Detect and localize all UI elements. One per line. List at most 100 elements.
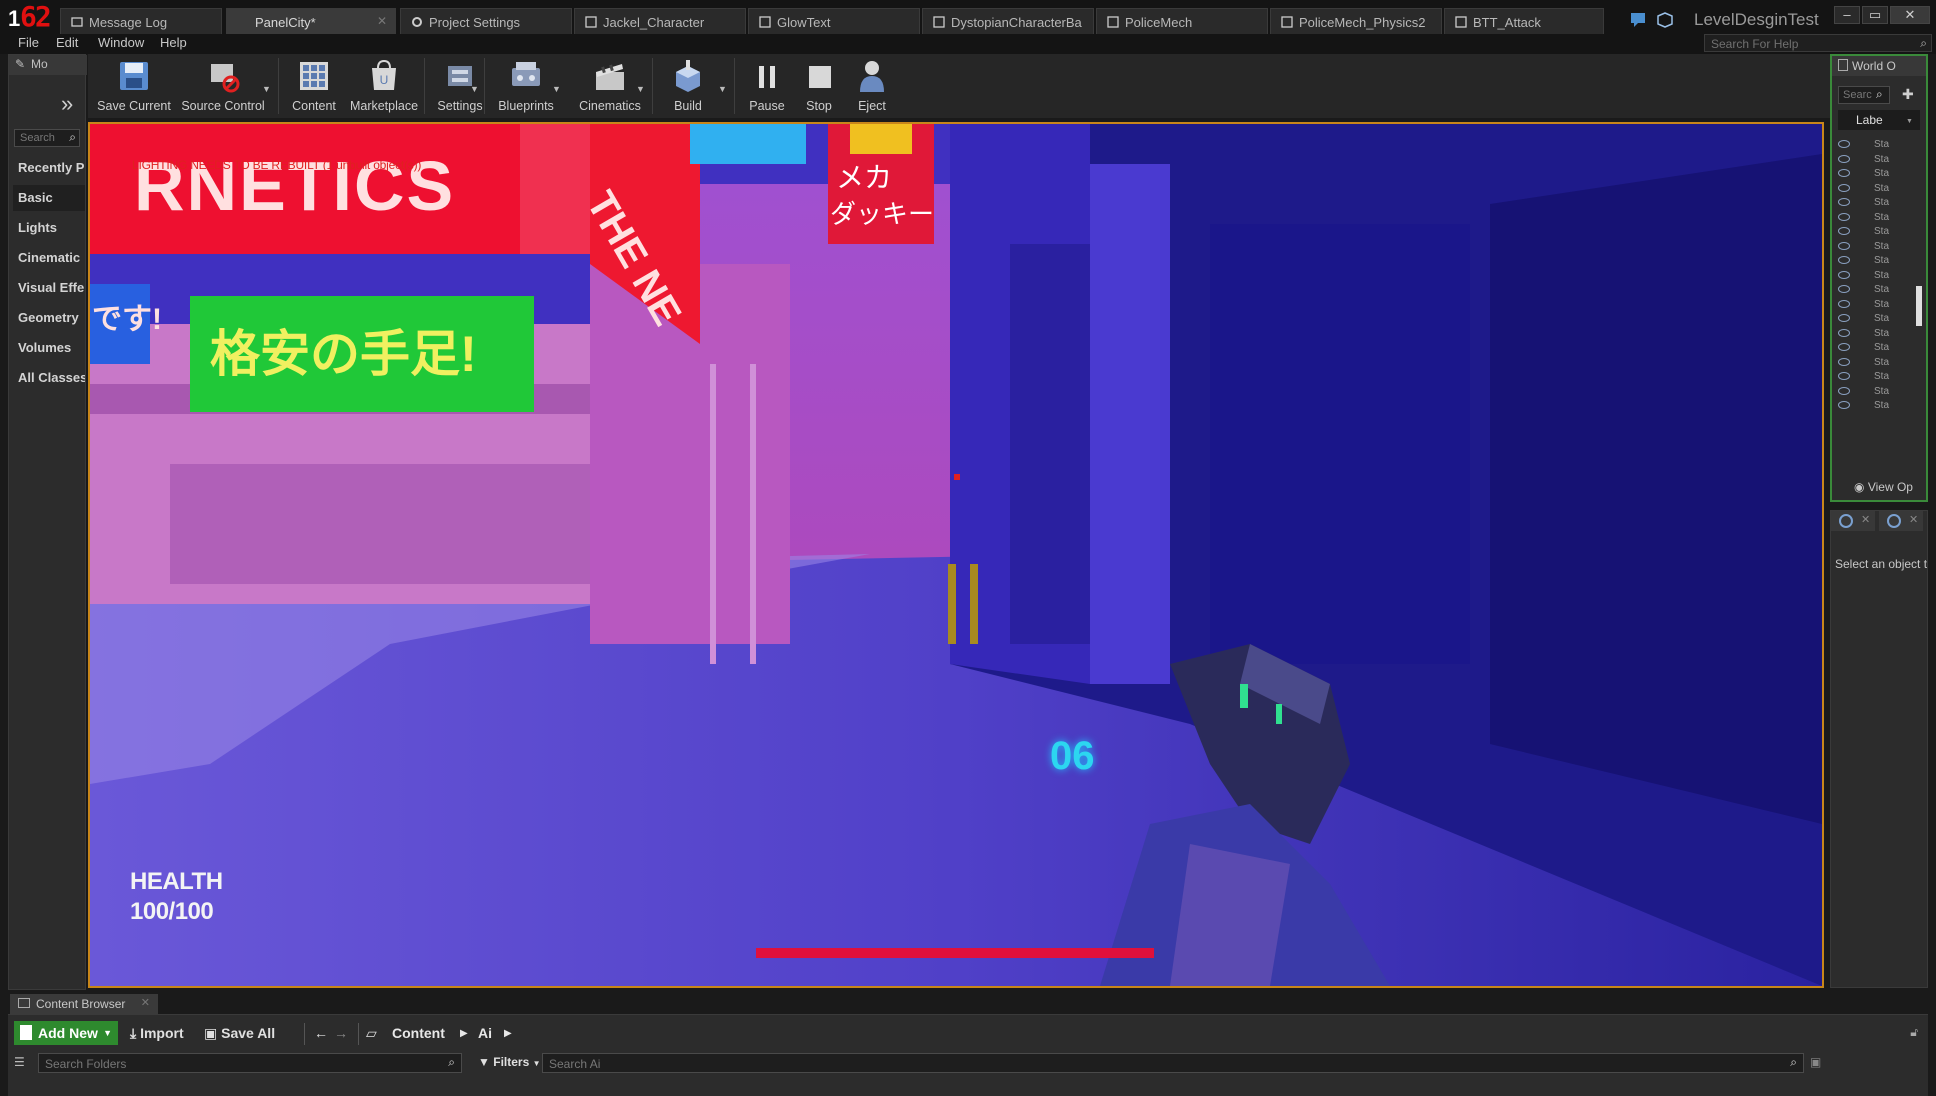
- close-icon[interactable]: ✕: [1861, 513, 1870, 526]
- marketplace-small-icon[interactable]: [1656, 12, 1674, 28]
- eye-icon[interactable]: [1838, 227, 1850, 235]
- sources-toggle-icon[interactable]: ☰: [14, 1055, 25, 1069]
- menu-file[interactable]: File: [18, 35, 39, 50]
- breadcrumb-ai[interactable]: Ai: [478, 1025, 492, 1041]
- eye-icon[interactable]: [1838, 386, 1850, 395]
- back-arrow-icon[interactable]: ←: [314, 1025, 328, 1041]
- eye-icon[interactable]: [1838, 212, 1850, 221]
- close-icon[interactable]: ✕: [141, 996, 150, 1009]
- build-icon: [676, 60, 700, 92]
- eye-icon[interactable]: [1838, 299, 1850, 308]
- hud-health-value: 100/100: [130, 898, 214, 925]
- mode-category-cinematic[interactable]: Cinematic: [13, 245, 85, 271]
- save-search-icon[interactable]: ▣: [1810, 1055, 1821, 1069]
- mode-category-volumes[interactable]: Volumes: [13, 335, 85, 361]
- pause-button[interactable]: Pause: [740, 56, 794, 116]
- settings-button[interactable]: Settings: [428, 56, 492, 116]
- close-window-button[interactable]: ✕: [1890, 6, 1930, 24]
- menu-help[interactable]: Help: [160, 35, 187, 50]
- tab-glowtext[interactable]: GlowText: [748, 8, 920, 34]
- tab-message-log[interactable]: Message Log: [60, 8, 222, 34]
- mode-category-basic[interactable]: Basic: [13, 185, 85, 211]
- close-icon[interactable]: ✕: [1909, 513, 1918, 526]
- tab-project-settings[interactable]: Project Settings: [400, 8, 572, 34]
- save-current-button[interactable]: Save Current: [92, 56, 176, 116]
- asset-search-input[interactable]: Search Ai ⌕: [542, 1053, 1804, 1073]
- import-button[interactable]: ⤓ Import: [130, 1025, 184, 1042]
- details-tab[interactable]: ✕: [1831, 511, 1875, 531]
- eye-icon[interactable]: [1838, 270, 1850, 279]
- source-control-button[interactable]: Source Control: [178, 56, 268, 116]
- outliner-column-label[interactable]: Labe ▼: [1838, 110, 1920, 130]
- eye-icon[interactable]: [1838, 372, 1850, 380]
- add-folder-icon[interactable]: ✚: [1902, 86, 1920, 104]
- help-search-input[interactable]: Search For Help ⌕: [1704, 34, 1932, 52]
- eye-icon[interactable]: [1838, 256, 1850, 264]
- minimize-button[interactable]: –: [1834, 6, 1860, 24]
- stop-button[interactable]: Stop: [794, 56, 844, 116]
- eject-button[interactable]: Eject: [846, 56, 898, 116]
- add-new-button[interactable]: Add New ▼: [14, 1021, 118, 1045]
- source-control-dropdown-icon[interactable]: ▼: [262, 84, 271, 94]
- modes-tab[interactable]: ✎ Mo: [9, 55, 87, 75]
- tab-btt-attack[interactable]: BTT_Attack: [1444, 8, 1604, 34]
- eye-icon[interactable]: [1838, 198, 1850, 206]
- chat-icon[interactable]: [1630, 12, 1648, 28]
- menu-window[interactable]: Window: [98, 35, 144, 50]
- eye-icon[interactable]: [1838, 328, 1850, 337]
- eye-icon[interactable]: [1838, 140, 1850, 148]
- eye-icon[interactable]: [1838, 154, 1850, 163]
- mode-category-geometry[interactable]: Geometry: [13, 305, 85, 331]
- build-button[interactable]: Build: [658, 56, 718, 116]
- marketplace-button[interactable]: U Marketplace: [348, 56, 420, 116]
- eye-icon[interactable]: [1838, 401, 1850, 409]
- tab-dystopian-character[interactable]: DystopianCharacterBa: [922, 8, 1094, 34]
- outliner-row-label: Sta: [1874, 371, 1890, 382]
- eye-icon[interactable]: [1838, 357, 1850, 366]
- breadcrumb-separator-icon[interactable]: ▶: [504, 1028, 512, 1039]
- world-settings-tab[interactable]: ✕: [1879, 511, 1923, 531]
- lock-icon[interactable]: 🔓︎: [1910, 1025, 1918, 1040]
- level-viewport[interactable]: RNETICS 格安の手足! メカ ダッキー THE NE です! LIGHTI…: [88, 122, 1824, 988]
- content-button[interactable]: Content: [282, 56, 346, 116]
- eye-icon[interactable]: [1838, 169, 1850, 177]
- tab-panelcity[interactable]: PanelCity* ✕: [226, 8, 396, 34]
- eye-icon[interactable]: [1838, 285, 1850, 293]
- save-all-button[interactable]: ▣ Save All: [204, 1025, 275, 1042]
- outliner-row[interactable]: Sta: [1836, 399, 1916, 417]
- blueprints-dropdown-icon[interactable]: ▼: [552, 84, 561, 94]
- breadcrumb-separator-icon[interactable]: ▶: [460, 1028, 468, 1039]
- expand-icon[interactable]: »: [61, 91, 73, 117]
- world-outliner-tab[interactable]: World O: [1832, 56, 1926, 76]
- forward-arrow-icon[interactable]: →: [334, 1025, 348, 1041]
- blueprint-icon: [933, 16, 945, 28]
- mode-category-recently-placed[interactable]: Recently P: [13, 155, 85, 181]
- tab-policemech[interactable]: PoliceMech: [1096, 8, 1268, 34]
- folder-search-input[interactable]: Search Folders ⌕: [38, 1053, 462, 1073]
- search-icon: ⌕: [448, 1055, 455, 1069]
- yellow-sign-top-text: メカ: [836, 162, 893, 193]
- mode-category-lights[interactable]: Lights: [13, 215, 85, 241]
- content-browser-tab[interactable]: Content Browser ✕: [10, 994, 158, 1014]
- mode-category-all-classes[interactable]: All Classes: [13, 365, 85, 391]
- maximize-button[interactable]: ▭: [1862, 6, 1888, 24]
- eye-icon[interactable]: [1838, 343, 1850, 351]
- cinematics-dropdown-icon[interactable]: ▼: [636, 84, 645, 94]
- stop-icon: [809, 66, 831, 88]
- menu-edit[interactable]: Edit: [56, 35, 78, 50]
- filters-button[interactable]: ▼ Filters ▼: [478, 1055, 541, 1069]
- view-options-button[interactable]: ◉ View Op: [1854, 480, 1913, 494]
- breadcrumb-content[interactable]: Content: [392, 1025, 445, 1041]
- mode-category-visual-effects[interactable]: Visual Effe: [13, 275, 85, 301]
- eye-icon[interactable]: [1838, 314, 1850, 322]
- toolbar-divider: [652, 58, 653, 114]
- close-icon[interactable]: ✕: [377, 14, 387, 28]
- eye-icon[interactable]: [1838, 241, 1850, 250]
- tab-jackel-character[interactable]: Jackel_Character: [574, 8, 746, 34]
- outliner-scrollbar[interactable]: [1916, 286, 1922, 326]
- modes-search-input[interactable]: Search ⌕: [14, 129, 80, 147]
- tab-policemech-physics2[interactable]: PoliceMech_Physics2: [1270, 8, 1442, 34]
- eye-icon[interactable]: [1838, 183, 1850, 192]
- settings-dropdown-icon[interactable]: ▼: [470, 84, 479, 94]
- build-dropdown-icon[interactable]: ▼: [718, 84, 727, 94]
